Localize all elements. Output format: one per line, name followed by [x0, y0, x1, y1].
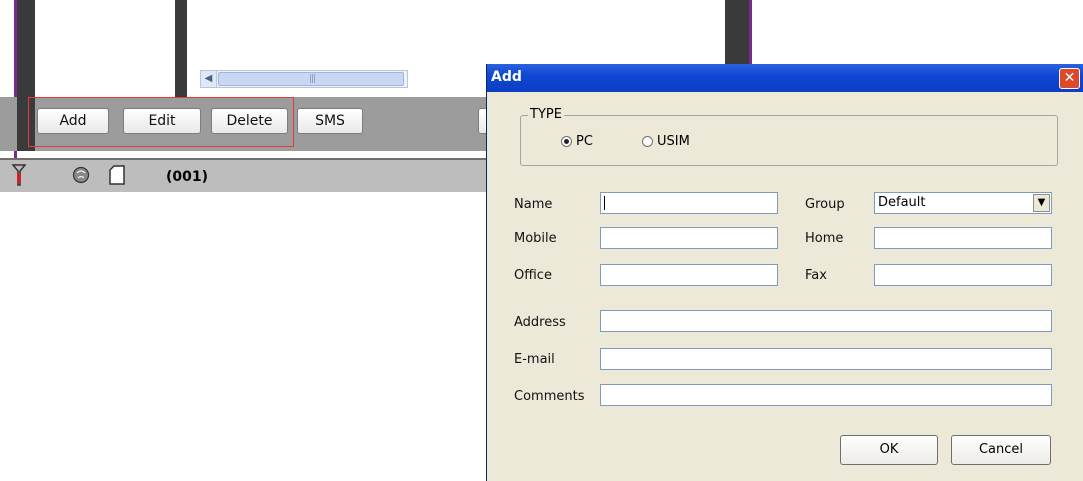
mobile-field[interactable] [600, 227, 778, 249]
mobile-label: Mobile [514, 231, 557, 246]
globe-icon [72, 166, 90, 188]
fax-field[interactable] [874, 264, 1052, 286]
ok-button[interactable]: OK [840, 435, 938, 465]
antenna-signal-icon [11, 164, 27, 190]
email-field[interactable] [600, 348, 1052, 370]
office-field[interactable] [600, 264, 778, 286]
radio-pc-label: PC [576, 134, 593, 149]
comments-label: Comments [514, 389, 585, 404]
status-count: (001) [166, 169, 209, 185]
name-label: Name [514, 197, 553, 212]
home-field[interactable] [874, 227, 1052, 249]
delete-button[interactable]: Delete [211, 108, 288, 134]
text-cursor [604, 196, 605, 210]
dialog-titlebar[interactable]: Add ✕ [487, 64, 1083, 92]
horizontal-scrollbar[interactable]: ◀ ||| [200, 70, 408, 88]
home-label: Home [805, 231, 844, 246]
name-field[interactable] [600, 192, 778, 214]
radio-usim[interactable]: USIM [642, 134, 690, 149]
group-select[interactable]: Default ▼ [874, 192, 1052, 214]
edit-button[interactable]: Edit [123, 108, 201, 134]
group-select-value: Default [878, 195, 926, 210]
comments-field[interactable] [600, 384, 1052, 406]
add-dialog: Add ✕ TYPE PC USIM Name Group Default ▼ … [486, 64, 1083, 481]
radio-pc[interactable]: PC [561, 134, 593, 149]
close-icon[interactable]: ✕ [1059, 68, 1080, 89]
scroll-left-icon[interactable]: ◀ [201, 71, 217, 87]
pane-divider[interactable] [175, 0, 187, 97]
dialog-title: Add [491, 69, 522, 85]
left-list-pane[interactable] [35, 0, 175, 97]
type-groupbox [520, 115, 1058, 166]
email-label: E-mail [514, 352, 555, 367]
scrollbar-grip-icon: ||| [309, 74, 316, 84]
cancel-button[interactable]: Cancel [951, 435, 1051, 465]
radio-usim-label: USIM [657, 134, 690, 149]
group-label: Group [805, 197, 845, 212]
sms-button[interactable]: SMS [297, 108, 363, 134]
chevron-down-icon[interactable]: ▼ [1033, 194, 1050, 212]
scrollbar-thumb[interactable]: ||| [218, 72, 404, 86]
address-field[interactable] [600, 310, 1052, 332]
radio-unselected-icon[interactable] [642, 136, 653, 147]
radio-selected-icon[interactable] [561, 136, 572, 147]
add-button[interactable]: Add [37, 108, 109, 134]
office-label: Office [514, 268, 552, 283]
type-group-label: TYPE [528, 107, 564, 122]
address-label: Address [514, 315, 566, 330]
fax-label: Fax [805, 268, 827, 283]
sim-card-icon [109, 165, 125, 189]
left-frame-border [17, 0, 35, 97]
